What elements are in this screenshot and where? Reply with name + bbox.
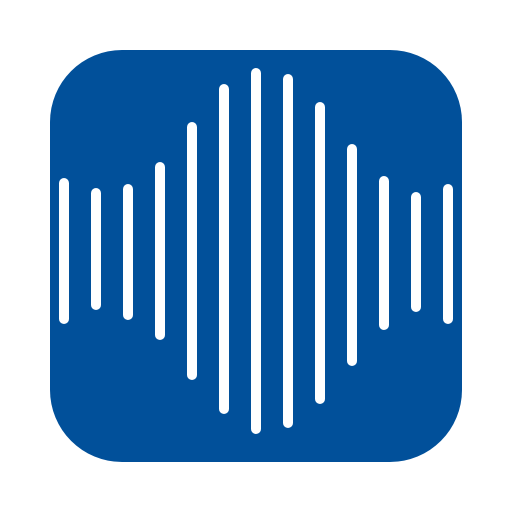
soundwave-app-icon[interactable]: [50, 50, 462, 462]
wave-bar-6: [219, 84, 229, 414]
wave-bar-2: [91, 188, 101, 310]
wave-bar-8: [283, 74, 293, 428]
wave-bar-7: [251, 68, 261, 434]
wave-bar-5: [187, 122, 197, 380]
wave-bar-9: [315, 102, 325, 404]
wave-bar-12: [411, 192, 421, 312]
wave-bar-11: [379, 176, 389, 330]
wave-bar-10: [347, 144, 357, 366]
icon-canvas: [0, 0, 512, 512]
wave-bar-13: [443, 184, 453, 324]
wave-bar-1: [59, 178, 69, 324]
wave-bar-3: [123, 184, 133, 320]
wave-bar-4: [155, 162, 165, 340]
soundwave-icon: [50, 50, 462, 462]
